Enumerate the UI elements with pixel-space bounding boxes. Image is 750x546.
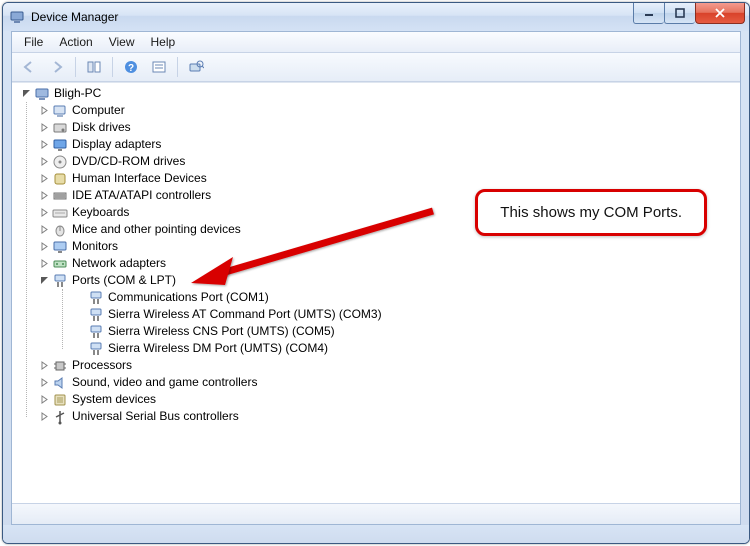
node-label: Sierra Wireless AT Command Port (UMTS) (… <box>108 306 382 323</box>
title-bar[interactable]: Device Manager <box>3 3 749 31</box>
tree-node-port-device[interactable]: Sierra Wireless CNS Port (UMTS) (COM5) <box>72 323 740 340</box>
expand-toggle-icon[interactable] <box>36 358 52 374</box>
ide-icon <box>52 188 68 204</box>
expand-toggle-icon[interactable] <box>36 171 52 187</box>
computer-icon <box>52 103 68 119</box>
tree-node-sound[interactable]: Sound, video and game controllers <box>36 374 740 391</box>
tree-node-network[interactable]: Network adapters <box>36 255 740 272</box>
tree-node-processors[interactable]: Processors <box>36 357 740 374</box>
mice-icon <box>52 222 68 238</box>
scan-hardware-button[interactable] <box>183 55 209 79</box>
toolbar: ? <box>12 53 740 82</box>
svg-text:?: ? <box>128 63 134 74</box>
network-icon <box>52 256 68 272</box>
nav-back-button[interactable] <box>16 55 42 79</box>
expand-toggle-icon[interactable] <box>36 273 52 289</box>
menu-file[interactable]: File <box>16 33 51 51</box>
node-label: System devices <box>72 391 156 408</box>
node-label: Mice and other pointing devices <box>72 221 241 238</box>
root-label: Bligh-PC <box>54 85 101 102</box>
node-label: DVD/CD-ROM drives <box>72 153 185 170</box>
dvd-icon <box>52 154 68 170</box>
node-label: Keyboards <box>72 204 129 221</box>
expand-toggle-icon[interactable] <box>36 103 52 119</box>
node-label: Computer <box>72 102 125 119</box>
expand-toggle-icon[interactable] <box>36 409 52 425</box>
display-icon <box>52 137 68 153</box>
node-label: Network adapters <box>72 255 166 272</box>
expand-toggle-icon[interactable] <box>36 188 52 204</box>
expand-toggle-icon[interactable] <box>36 375 52 391</box>
expand-toggle-icon[interactable] <box>36 137 52 153</box>
port-icon <box>88 341 104 357</box>
maximize-button[interactable] <box>664 3 695 24</box>
computer-icon <box>34 86 50 102</box>
menu-help[interactable]: Help <box>143 33 184 51</box>
properties-button[interactable] <box>146 55 172 79</box>
tree-node-usb[interactable]: Universal Serial Bus controllers <box>36 408 740 425</box>
node-label: Sierra Wireless CNS Port (UMTS) (COM5) <box>108 323 335 340</box>
node-label: Communications Port (COM1) <box>108 289 269 306</box>
tree-root[interactable]: Bligh-PC ComputerDisk drivesDisplay adap… <box>18 85 740 425</box>
menu-action[interactable]: Action <box>51 33 100 51</box>
tree-node-hid[interactable]: Human Interface Devices <box>36 170 740 187</box>
show-hide-console-button[interactable] <box>81 55 107 79</box>
expand-toggle-icon[interactable] <box>18 86 34 102</box>
port-icon <box>88 307 104 323</box>
close-button[interactable] <box>695 3 745 24</box>
hid-icon <box>52 171 68 187</box>
minimize-button[interactable] <box>633 3 664 24</box>
sound-icon <box>52 375 68 391</box>
usb-icon <box>52 409 68 425</box>
keyboards-icon <box>52 205 68 221</box>
annotation-callout: This shows my COM Ports. <box>475 189 707 236</box>
nav-forward-button[interactable] <box>44 55 70 79</box>
node-label: Disk drives <box>72 119 131 136</box>
node-label: IDE ATA/ATAPI controllers <box>72 187 211 204</box>
port-icon <box>88 324 104 340</box>
port-icon <box>88 290 104 306</box>
tree-node-dvd[interactable]: DVD/CD-ROM drives <box>36 153 740 170</box>
node-label: Human Interface Devices <box>72 170 207 187</box>
node-label: Ports (COM & LPT) <box>72 272 176 289</box>
device-manager-window: Device Manager File Action View Help ? <box>2 2 750 544</box>
expand-toggle-icon[interactable] <box>36 120 52 136</box>
system-icon <box>52 392 68 408</box>
disk-icon <box>52 120 68 136</box>
ports-icon <box>52 273 68 289</box>
expand-toggle-icon[interactable] <box>36 256 52 272</box>
device-tree[interactable]: Bligh-PC ComputerDisk drivesDisplay adap… <box>12 82 740 503</box>
processors-icon <box>52 358 68 374</box>
node-label: Processors <box>72 357 132 374</box>
node-label: Sierra Wireless DM Port (UMTS) (COM4) <box>108 340 328 357</box>
client-area: File Action View Help ? Bligh-PC <box>11 31 741 525</box>
help-button[interactable]: ? <box>118 55 144 79</box>
annotation-text: This shows my COM Ports. <box>500 204 682 221</box>
tree-node-computer[interactable]: Computer <box>36 102 740 119</box>
tree-node-disk[interactable]: Disk drives <box>36 119 740 136</box>
tree-node-system[interactable]: System devices <box>36 391 740 408</box>
monitors-icon <box>52 239 68 255</box>
window-title: Device Manager <box>31 10 118 24</box>
node-label: Monitors <box>72 238 118 255</box>
tree-node-port-device[interactable]: Sierra Wireless DM Port (UMTS) (COM4) <box>72 340 740 357</box>
node-label: Sound, video and game controllers <box>72 374 257 391</box>
expand-toggle-icon[interactable] <box>36 222 52 238</box>
status-bar <box>12 503 740 524</box>
node-label: Display adapters <box>72 136 161 153</box>
expand-toggle-icon[interactable] <box>36 154 52 170</box>
expand-toggle-icon[interactable] <box>36 205 52 221</box>
tree-node-display[interactable]: Display adapters <box>36 136 740 153</box>
node-label: Universal Serial Bus controllers <box>72 408 239 425</box>
tree-node-port-device[interactable]: Sierra Wireless AT Command Port (UMTS) (… <box>72 306 740 323</box>
expand-toggle-icon[interactable] <box>36 392 52 408</box>
menu-bar: File Action View Help <box>12 32 740 53</box>
tree-node-port-device[interactable]: Communications Port (COM1) <box>72 289 740 306</box>
expand-toggle-icon[interactable] <box>36 239 52 255</box>
device-manager-icon <box>9 9 25 25</box>
menu-view[interactable]: View <box>101 33 143 51</box>
tree-node-ports[interactable]: Ports (COM & LPT) <box>36 272 740 289</box>
tree-node-monitors[interactable]: Monitors <box>36 238 740 255</box>
